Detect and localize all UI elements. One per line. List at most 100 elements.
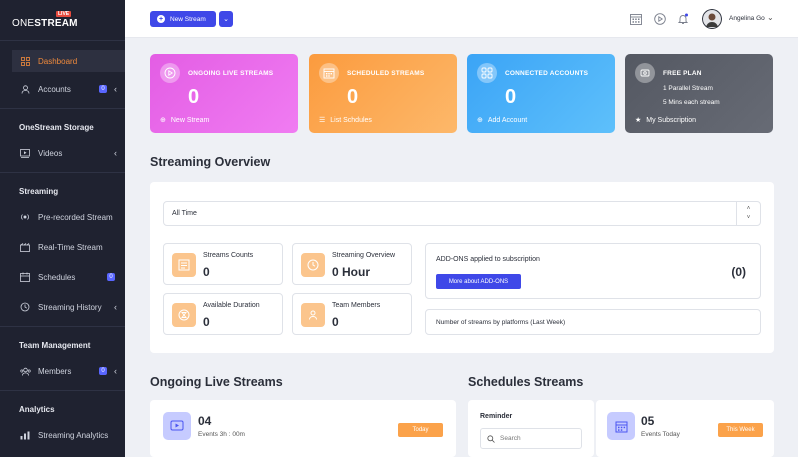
list-schedules-link[interactable]: ☰ List Schdules (319, 116, 372, 125)
sidebar-item-label: Dashboard (38, 56, 78, 66)
stat-streaming-overview: Streaming Overview 0 Hour (292, 243, 412, 285)
play-circle-icon[interactable] (654, 12, 668, 26)
today-tag[interactable]: Today (398, 423, 443, 437)
sidebar-item-schedules[interactable]: Schedules 0 (12, 266, 125, 288)
more-about-addons-button[interactable]: More about ADD-ONS (436, 274, 521, 289)
ongoing-streams-card: 04 Events 3h : 00m Today (150, 400, 456, 457)
stat-label: Streams Counts (203, 252, 254, 259)
members-icon (18, 367, 32, 376)
bar-chart-icon (18, 431, 32, 440)
sidebar-item-videos[interactable]: Videos ‹ (12, 142, 125, 164)
chevron-left-icon: ‹ (114, 148, 117, 158)
sidebar-item-prerecorded[interactable]: Pre-recorded Stream (12, 206, 125, 228)
sidebar-item-members[interactable]: Members 0 ‹ (12, 360, 125, 382)
sidebar-divider (0, 326, 125, 327)
ongoing-live-streams-title: Ongoing Live Streams (150, 375, 283, 389)
card-title: FREE PLAN (663, 70, 702, 77)
user-icon (18, 84, 32, 94)
time-range-select[interactable]: All Time ˄ ˅ (163, 201, 761, 226)
search-placeholder: Search (500, 435, 521, 442)
sidebar-item-analytics[interactable]: Streaming Analytics (12, 424, 125, 446)
new-stream-link[interactable]: ⊕ New Stream (160, 116, 209, 125)
list-icon (172, 253, 196, 277)
chevron-left-icon: ‹ (114, 302, 117, 312)
search-input[interactable]: Search (480, 428, 582, 449)
card-title: SCHEDULED STREAMS (347, 70, 425, 77)
stat-value: 0 (203, 315, 210, 329)
calendar-icon[interactable] (630, 12, 644, 26)
new-stream-dropdown-button[interactable]: ⌄ (219, 11, 233, 27)
play-icon (160, 63, 180, 83)
section-heading-streaming: Streaming (19, 187, 59, 196)
stat-team-members: Team Members 0 (292, 293, 412, 335)
topbar: + New Stream ⌄ Angelina Go ⌄ (125, 0, 798, 38)
broadcast-icon (18, 212, 32, 222)
streaming-overview-panel: All Time ˄ ˅ Streams Counts 0 Streaming … (150, 182, 774, 353)
schedules-count: 05 (641, 414, 655, 428)
sidebar-divider (0, 40, 125, 41)
streams-by-platforms: Number of streams by platforms (Last Wee… (425, 309, 761, 335)
card-free-plan: FREE PLAN 1 Parallel Stream 5 Mins each … (625, 54, 773, 133)
star-icon: ★ (635, 117, 642, 124)
schedules-card: 05 Events Today This Week (596, 400, 774, 457)
stat-value: 0 (332, 315, 339, 329)
card-value: 0 (188, 86, 200, 108)
addons-box: ADD-ONS applied to subscription More abo… (425, 243, 761, 299)
sidebar-item-label: Pre-recorded Stream (38, 212, 113, 222)
sidebar-item-dashboard[interactable]: Dashboard (12, 50, 125, 72)
time-range-value: All Time (172, 210, 197, 217)
avatar[interactable] (702, 9, 722, 29)
sidebar-divider (0, 108, 125, 109)
ongoing-events-duration: Events 3h : 00m (198, 431, 245, 438)
plus-icon: + (157, 15, 165, 23)
sidebar-item-label: Schedules (38, 272, 76, 282)
sidebar-divider (0, 172, 125, 173)
list-icon: ☰ (319, 117, 326, 124)
bell-icon[interactable] (677, 12, 691, 26)
stat-streams-counts: Streams Counts 0 (163, 243, 283, 285)
sidebar-item-history[interactable]: Streaming History ‹ (12, 296, 125, 318)
my-subscription-link[interactable]: ★ My Subscription (635, 116, 696, 125)
card-value: 0 (347, 86, 359, 108)
chevron-left-icon: ‹ (114, 84, 117, 94)
streaming-overview-title: Streaming Overview (150, 155, 271, 169)
chevron-down-icon[interactable]: ⌄ (767, 13, 774, 22)
film-icon (18, 242, 32, 252)
video-icon (18, 148, 32, 158)
hourglass-icon (172, 303, 196, 327)
ongoing-count: 04 (198, 414, 212, 428)
sidebar-item-label: Streaming Analytics (38, 430, 109, 440)
onestream-logo[interactable]: LIVE ONESTREAM (12, 10, 82, 32)
stat-available-duration: Available Duration 0 (163, 293, 283, 335)
chevron-down-icon: ˅ (746, 214, 751, 221)
sidebar-item-label: Real-Time Stream (38, 242, 103, 252)
sidebar-item-accounts[interactable]: Accounts 0 ‹ (12, 78, 125, 100)
video-icon (163, 412, 191, 440)
sidebar-item-label: Videos (38, 148, 63, 158)
sidebar-item-label: Members (38, 366, 72, 376)
stat-label: Available Duration (203, 302, 260, 309)
plan-line-1: 1 Parallel Stream (663, 85, 713, 92)
stat-label: Team Members (332, 302, 381, 309)
plus-circle-icon: ⊕ (477, 117, 483, 124)
this-week-tag[interactable]: This Week (718, 423, 763, 437)
dashboard-icon (18, 56, 32, 66)
apps-icon (477, 63, 497, 83)
sidebar-item-realtime[interactable]: Real-Time Stream (12, 236, 125, 258)
new-stream-label: New Stream (170, 15, 206, 23)
team-icon (301, 303, 325, 327)
reminder-card: Reminder Search (468, 400, 594, 457)
stat-value: 0 (203, 265, 210, 279)
addons-title: ADD-ONS applied to subscription (436, 256, 540, 263)
user-name[interactable]: Angelina Go (729, 15, 765, 22)
addons-count: (0) (731, 265, 746, 279)
add-account-link[interactable]: ⊕ Add Account (477, 116, 527, 125)
calendar-icon (607, 412, 635, 440)
select-spinner[interactable]: ˄ ˅ (736, 202, 760, 225)
card-scheduled-streams: SCHEDULED STREAMS 0 ☰ List Schdules (309, 54, 457, 133)
section-heading-analytics: Analytics (19, 405, 55, 414)
section-heading-team: Team Management (19, 341, 91, 350)
new-stream-button[interactable]: + New Stream (150, 11, 216, 27)
accounts-badge: 0 (99, 85, 107, 93)
sidebar-divider (0, 390, 125, 391)
